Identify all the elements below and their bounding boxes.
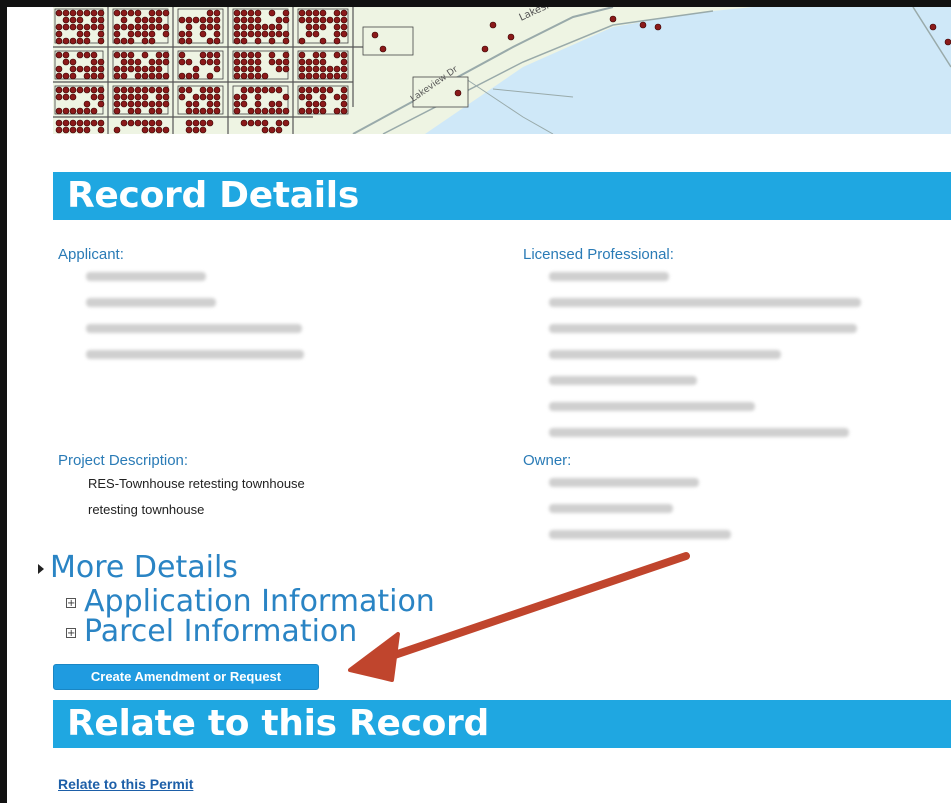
annotation-arrow: [348, 552, 690, 682]
relate-header: Relate to this Record: [53, 700, 951, 748]
relate-permit-link[interactable]: Relate to this Permit: [58, 776, 193, 792]
